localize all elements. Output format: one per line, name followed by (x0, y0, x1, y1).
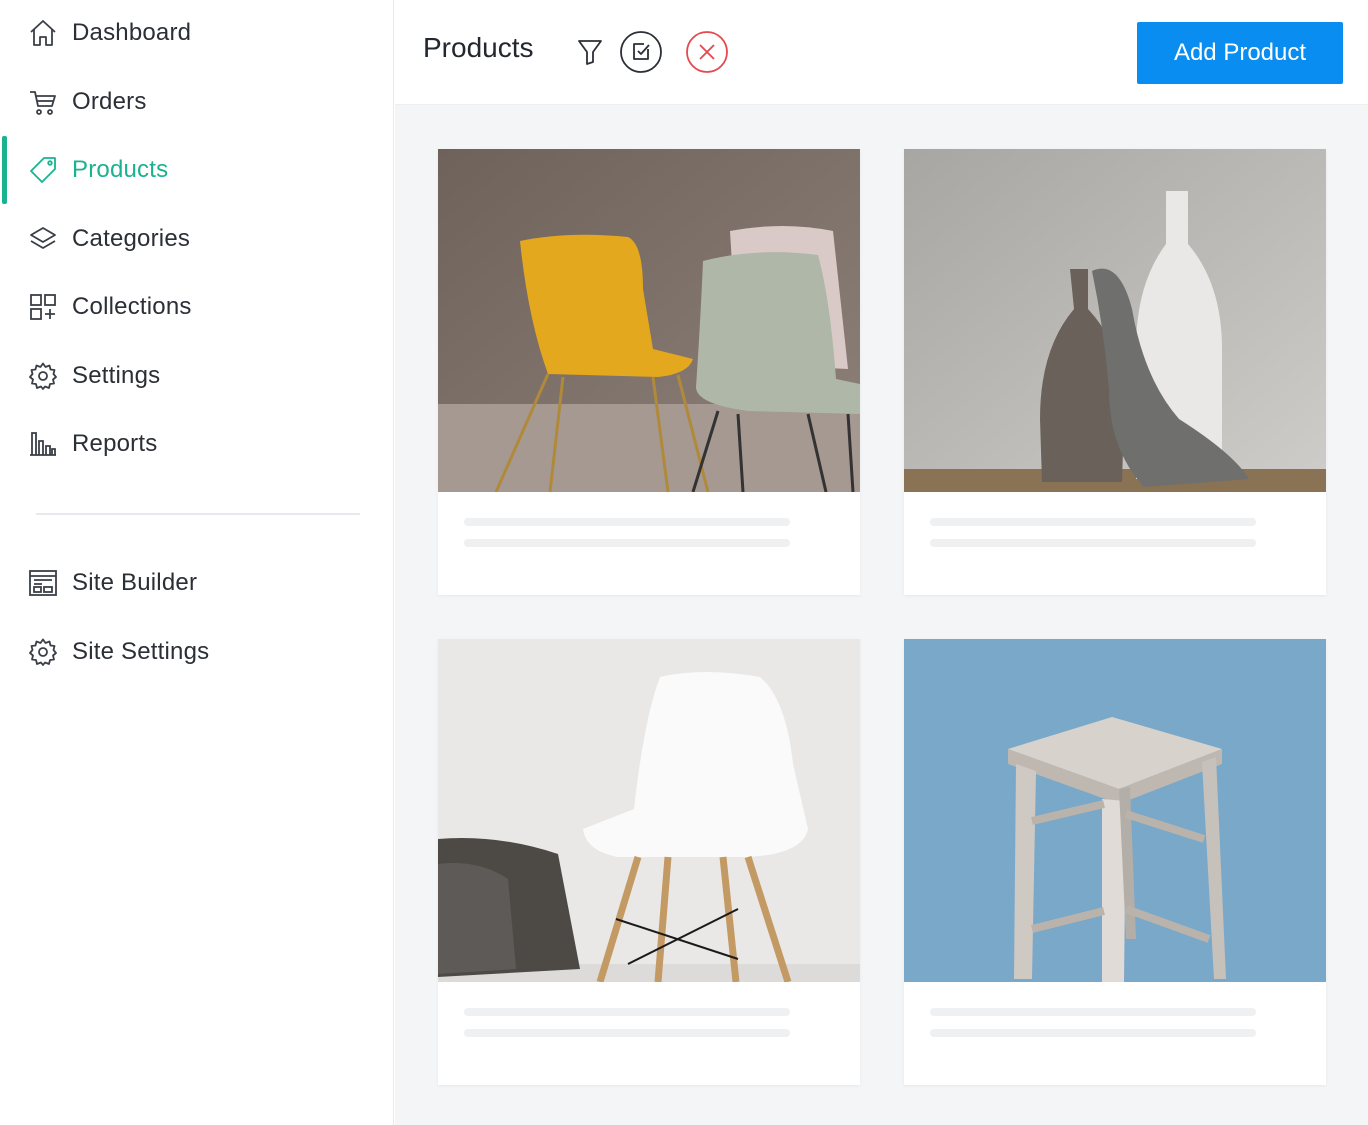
close-circle-icon[interactable] (685, 30, 729, 74)
sidebar-item-reports[interactable]: Reports (0, 416, 394, 472)
page-title: Products (423, 32, 534, 63)
sidebar-item-orders[interactable]: Orders (0, 74, 394, 130)
add-product-button[interactable]: Add Product (1137, 22, 1343, 84)
title-placeholder (464, 518, 790, 526)
bulk-edit-icon[interactable] (619, 30, 663, 74)
cart-icon (28, 87, 58, 117)
product-image (438, 639, 860, 982)
product-card[interactable] (904, 149, 1326, 595)
product-card[interactable] (904, 639, 1326, 1085)
sidebar-item-label: Site Settings (72, 638, 210, 665)
sidebar-item-label: Settings (72, 362, 161, 389)
sidebar-item-label: Collections (72, 293, 192, 320)
sidebar-item-label: Categories (72, 225, 191, 252)
sidebar-item-label: Reports (72, 430, 158, 457)
product-card[interactable] (438, 639, 860, 1085)
gear-icon (28, 361, 58, 391)
sidebar: Dashboard Orders Products Categories Col… (0, 0, 394, 1125)
sidebar-item-label: Dashboard (72, 19, 192, 46)
product-image (438, 149, 860, 492)
sidebar-item-products[interactable]: Products (0, 136, 394, 204)
sidebar-item-site-builder[interactable]: Site Builder (0, 555, 394, 611)
home-icon (28, 18, 58, 48)
product-image (904, 149, 1326, 492)
sidebar-item-site-settings[interactable]: Site Settings (0, 624, 394, 680)
subtitle-placeholder (930, 539, 1256, 547)
product-image (904, 639, 1326, 982)
grid-plus-icon (28, 292, 58, 322)
gear-icon (28, 637, 58, 667)
sidebar-item-dashboard[interactable]: Dashboard (0, 5, 394, 61)
sidebar-item-categories[interactable]: Categories (0, 211, 394, 267)
title-placeholder (930, 518, 1256, 526)
subtitle-placeholder (464, 1029, 790, 1037)
title-placeholder (930, 1008, 1256, 1016)
subtitle-placeholder (930, 1029, 1256, 1037)
sidebar-item-label: Products (72, 156, 169, 183)
title-placeholder (464, 1008, 790, 1016)
sidebar-item-settings[interactable]: Settings (0, 348, 394, 404)
sidebar-item-collections[interactable]: Collections (0, 279, 394, 335)
tag-icon (28, 155, 58, 185)
subtitle-placeholder (464, 539, 790, 547)
sidebar-item-label: Orders (72, 88, 147, 115)
main-content: Products Add Product (395, 0, 1368, 1125)
site-builder-icon (28, 568, 58, 598)
page-header: Products Add Product (395, 0, 1368, 104)
product-card[interactable] (438, 149, 860, 595)
filter-icon[interactable] (568, 30, 612, 74)
sidebar-divider (36, 513, 360, 515)
bar-chart-icon (28, 429, 58, 459)
layers-icon (28, 224, 58, 254)
sidebar-item-label: Site Builder (72, 569, 198, 596)
